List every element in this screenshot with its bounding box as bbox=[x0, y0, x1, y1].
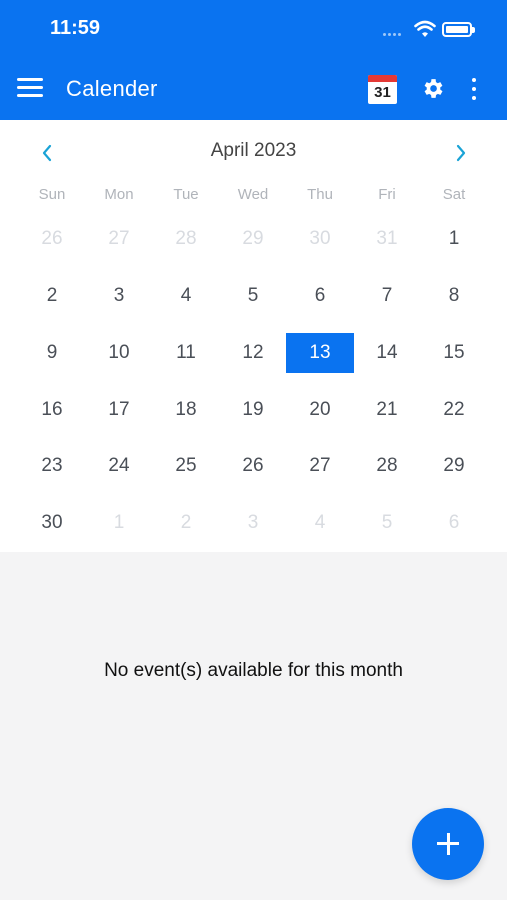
day-cell[interactable]: 30 bbox=[18, 503, 86, 543]
day-cell[interactable]: 21 bbox=[353, 390, 421, 430]
day-cell[interactable]: 27 bbox=[85, 219, 153, 259]
day-cell[interactable]: 24 bbox=[85, 446, 153, 486]
day-cell[interactable]: 17 bbox=[85, 390, 153, 430]
day-cell[interactable]: 4 bbox=[152, 276, 220, 316]
selected-day-cell[interactable]: 13 bbox=[286, 333, 354, 373]
menu-icon[interactable] bbox=[17, 78, 43, 98]
day-cell[interactable]: 20 bbox=[286, 390, 354, 430]
day-cell[interactable]: 12 bbox=[219, 333, 287, 373]
more-vertical-icon[interactable] bbox=[468, 78, 480, 100]
day-cell[interactable]: 19 bbox=[219, 390, 287, 430]
day-cell[interactable]: 3 bbox=[85, 276, 153, 316]
day-cell[interactable]: 22 bbox=[420, 390, 488, 430]
day-cell[interactable]: 2 bbox=[152, 503, 220, 543]
page-title: Calender bbox=[66, 76, 158, 101]
day-cell[interactable]: 6 bbox=[420, 503, 488, 543]
wifi-icon bbox=[414, 20, 436, 37]
day-cell[interactable]: 29 bbox=[219, 219, 287, 259]
calendar-icon-day: 31 bbox=[374, 84, 391, 101]
day-cell[interactable]: 8 bbox=[420, 276, 488, 316]
day-cell[interactable]: 26 bbox=[18, 219, 86, 259]
day-cell[interactable]: 31 bbox=[353, 219, 421, 259]
day-cell[interactable]: 28 bbox=[353, 446, 421, 486]
day-cell[interactable]: 18 bbox=[152, 390, 220, 430]
next-month-button[interactable] bbox=[446, 138, 476, 168]
day-cell[interactable]: 9 bbox=[18, 333, 86, 373]
weekday-label: Tue bbox=[173, 186, 199, 203]
weekday-label: Mon bbox=[104, 186, 134, 203]
day-cell[interactable]: 29 bbox=[420, 446, 488, 486]
weekday-label: Thu bbox=[307, 186, 333, 203]
battery-icon bbox=[442, 22, 475, 37]
weekday-label: Sat bbox=[442, 186, 466, 203]
day-cell[interactable]: 28 bbox=[152, 219, 220, 259]
day-cell[interactable]: 11 bbox=[152, 333, 220, 373]
day-cell[interactable]: 16 bbox=[18, 390, 86, 430]
gear-icon[interactable] bbox=[420, 76, 445, 101]
day-cell[interactable]: 1 bbox=[85, 503, 153, 543]
month-calendar: April 2023 Sun Mon Tue Wed Thu Fri Sat 26 27 28 2… bbox=[0, 120, 507, 552]
signal-icon bbox=[383, 33, 401, 36]
add-event-button[interactable] bbox=[412, 808, 484, 880]
calendar-icon[interactable]: 31 bbox=[368, 75, 397, 104]
weekday-label: Wed bbox=[237, 186, 269, 203]
day-cell[interactable]: 26 bbox=[219, 446, 287, 486]
chevron-right-icon bbox=[456, 144, 466, 162]
day-cell[interactable]: 5 bbox=[353, 503, 421, 543]
month-title: April 2023 bbox=[210, 140, 297, 161]
day-cell[interactable]: 15 bbox=[420, 333, 488, 373]
weekday-label: Sun bbox=[38, 186, 66, 203]
day-cell[interactable]: 2 bbox=[18, 276, 86, 316]
day-cell[interactable]: 5 bbox=[219, 276, 287, 316]
empty-events-message: No event(s) available for this month bbox=[104, 660, 403, 681]
status-time: 11:59 bbox=[50, 17, 101, 39]
day-cell[interactable]: 1 bbox=[420, 219, 488, 259]
day-cell[interactable]: 25 bbox=[152, 446, 220, 486]
day-cell[interactable]: 27 bbox=[286, 446, 354, 486]
day-cell[interactable]: 3 bbox=[219, 503, 287, 543]
day-cell[interactable]: 10 bbox=[85, 333, 153, 373]
day-cell[interactable]: 4 bbox=[286, 503, 354, 543]
day-cell[interactable]: 7 bbox=[353, 276, 421, 316]
day-cell[interactable]: 14 bbox=[353, 333, 421, 373]
day-cell[interactable]: 23 bbox=[18, 446, 86, 486]
day-cell[interactable]: 30 bbox=[286, 219, 354, 259]
day-cell[interactable]: 6 bbox=[286, 276, 354, 316]
plus-icon-vertical bbox=[446, 833, 450, 855]
weekday-label: Fri bbox=[378, 186, 396, 203]
app-bar: 11:59 Calender 31 bbox=[0, 0, 507, 120]
